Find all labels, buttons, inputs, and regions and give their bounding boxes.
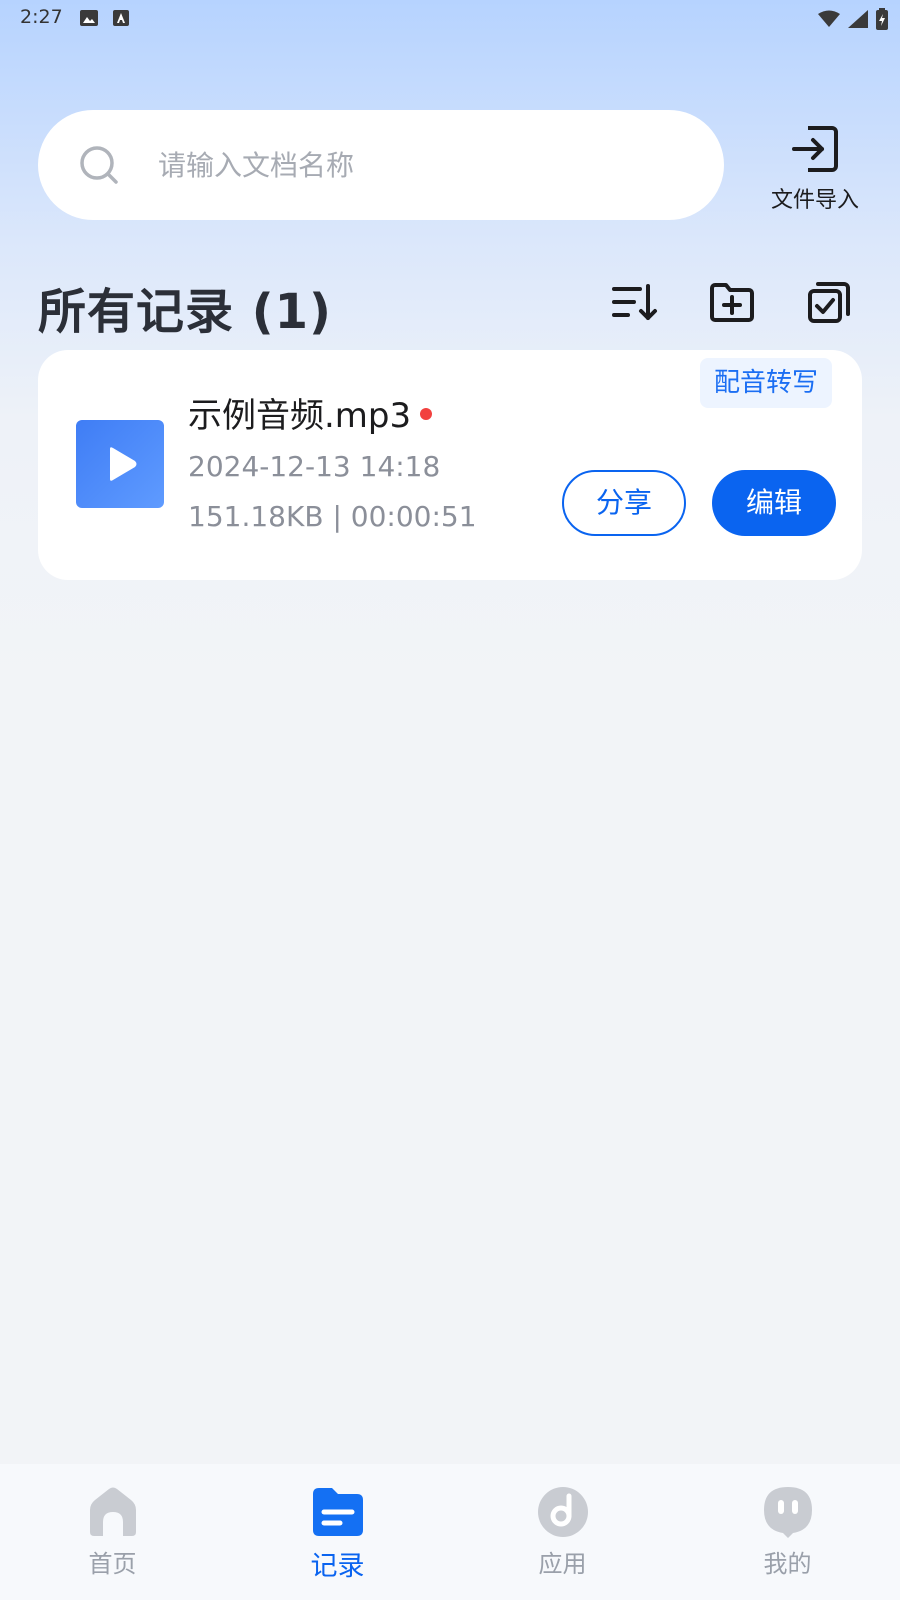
battery-icon: [876, 8, 888, 30]
nav-item-profile[interactable]: 我的: [675, 1464, 900, 1600]
record-meta: 151.18KB | 00:00:51: [188, 500, 477, 533]
apps-icon: [537, 1487, 588, 1537]
edit-button[interactable]: 编辑: [712, 470, 836, 536]
nav-item-apps[interactable]: 应用: [450, 1464, 675, 1600]
record-date: 2024-12-13 14:18: [188, 450, 441, 483]
status-indicators: [818, 8, 888, 30]
play-icon: [110, 447, 137, 481]
record-name: 示例音频.mp3: [188, 396, 412, 436]
record-card[interactable]: 示例音频.mp3 2024-12-13 14:18 151.18KB | 00:…: [38, 350, 862, 580]
nav-label-profile: 我的: [763, 1550, 812, 1578]
file-import-label: 文件导入: [770, 188, 859, 213]
profile-icon: [763, 1487, 812, 1538]
file-import-button[interactable]: 文件导入: [755, 120, 875, 220]
wifi-icon: [818, 10, 840, 27]
share-button[interactable]: 分享: [562, 470, 686, 536]
nav-label-records: 记录: [310, 1551, 365, 1582]
home-icon: [89, 1487, 136, 1536]
search-box[interactable]: [38, 110, 724, 220]
records-title: 所有记录 (1): [38, 284, 332, 340]
search-input[interactable]: [158, 138, 678, 192]
search-icon: [80, 146, 118, 184]
status-time: 2:27: [20, 6, 63, 28]
nav-label-home: 首页: [88, 1550, 137, 1578]
multi-select-icon[interactable]: [806, 278, 854, 326]
unread-dot: [420, 408, 432, 420]
records-folder-icon: [312, 1488, 363, 1536]
gallery-icon: [80, 10, 98, 26]
nav-item-records[interactable]: 记录: [225, 1464, 450, 1600]
nav-label-apps: 应用: [538, 1550, 587, 1578]
sort-icon[interactable]: [610, 278, 658, 326]
record-tag-badge: 配音转写: [700, 358, 833, 408]
signal-icon: [848, 10, 868, 28]
new-folder-icon[interactable]: [708, 278, 756, 326]
import-icon: [792, 126, 838, 172]
keyboard-a-icon: [113, 10, 129, 26]
audio-thumbnail[interactable]: [76, 420, 164, 508]
nav-item-home[interactable]: 首页: [0, 1464, 225, 1600]
status-bar: 2:27: [0, 0, 900, 40]
bottom-nav: 首页 记录 应用 我的: [0, 1464, 900, 1600]
